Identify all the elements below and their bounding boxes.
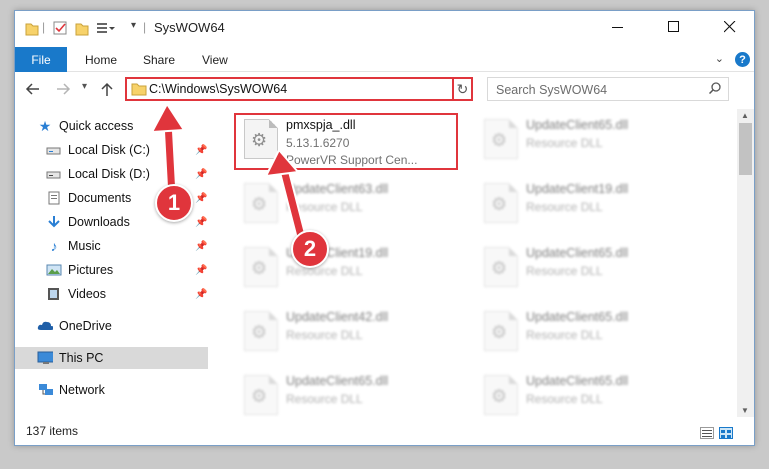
step-2-badge: 2 (291, 230, 329, 268)
annotation-arrows (150, 102, 308, 246)
step-1-badge: 1 (155, 184, 193, 222)
